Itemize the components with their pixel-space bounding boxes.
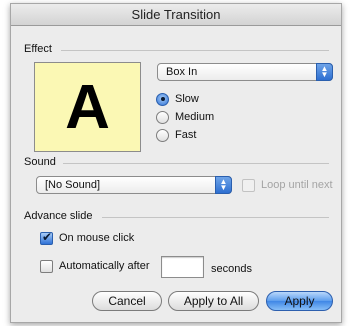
checkbox-icon (242, 178, 255, 192)
transition-preview: A (34, 62, 141, 152)
automatically-after-label: Automatically after (59, 260, 150, 272)
apply-to-all-button[interactable]: Apply to All (168, 291, 259, 311)
radio-icon (156, 110, 169, 124)
effect-popup-value: Box In (166, 66, 198, 78)
sound-popup[interactable]: [No Sound] ▲ ▼ (36, 176, 232, 194)
radio-icon (156, 128, 169, 142)
apply-button[interactable]: Apply (266, 291, 333, 311)
checkbox-icon (40, 259, 53, 273)
loop-until-next-label: Loop until next (261, 179, 333, 191)
sound-popup-value: [No Sound] (45, 179, 101, 191)
radio-selected-icon (156, 92, 169, 106)
slide-transition-dialog: Slide Transition Effect A Box In ▲ ▼ Slow… (10, 3, 342, 323)
advance-divider (102, 217, 329, 218)
automatically-after-checkbox[interactable]: Automatically after (40, 258, 149, 274)
speed-medium-radio[interactable]: Medium (156, 109, 214, 125)
on-mouse-click-label: On mouse click (59, 232, 135, 244)
loop-until-next-checkbox[interactable]: Loop until next (242, 177, 333, 193)
speed-medium-label: Medium (175, 111, 215, 123)
cancel-button[interactable]: Cancel (92, 291, 162, 311)
effect-popup[interactable]: Box In ▲ ▼ (157, 63, 333, 81)
effect-section-label: Effect (24, 43, 52, 55)
speed-slow-radio[interactable]: Slow (156, 91, 199, 107)
effect-divider (61, 50, 329, 51)
speed-fast-label: Fast (175, 129, 197, 141)
sound-section-label: Sound (24, 156, 56, 168)
sound-divider (63, 163, 329, 164)
speed-fast-radio[interactable]: Fast (156, 127, 196, 143)
on-mouse-click-checkbox[interactable]: On mouse click (40, 230, 134, 246)
popup-arrows-icon: ▲ ▼ (316, 63, 333, 81)
checkbox-checked-icon (40, 230, 53, 245)
seconds-label: seconds (211, 263, 252, 275)
advance-section-label: Advance slide (24, 210, 93, 222)
popup-arrows-icon: ▲ ▼ (215, 176, 232, 194)
dialog-title: Slide Transition (11, 4, 341, 26)
speed-slow-label: Slow (175, 93, 199, 105)
seconds-input[interactable] (161, 256, 204, 278)
